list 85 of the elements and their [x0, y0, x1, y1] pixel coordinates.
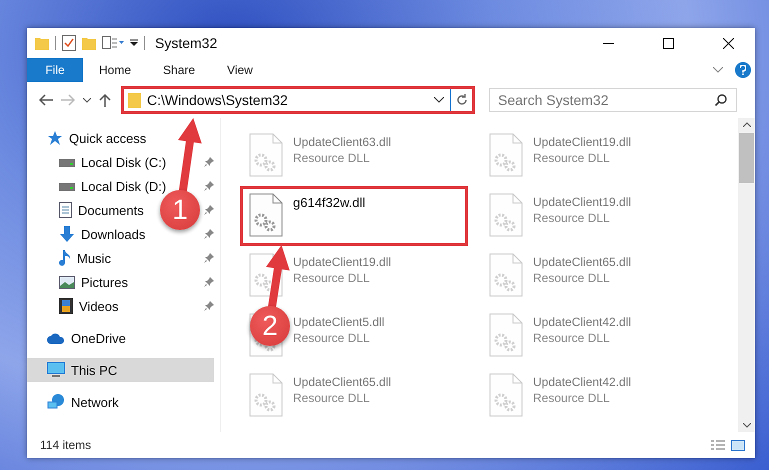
- nav-item[interactable]: Documents: [27, 198, 148, 222]
- ribbon-tab[interactable]: View: [211, 58, 269, 82]
- file-type: Resource DLL: [533, 331, 611, 345]
- file-name[interactable]: UpdateClient19.dll: [293, 255, 392, 269]
- file-type: Resource DLL: [533, 151, 611, 165]
- refresh-icon: [456, 94, 468, 106]
- file-name[interactable]: UpdateClient65.dll: [293, 375, 392, 389]
- nav-item[interactable]: Pictures: [27, 270, 132, 294]
- scroll-thumb[interactable]: [739, 133, 754, 183]
- up-button[interactable]: [97, 91, 113, 109]
- drive-icon: [59, 157, 75, 167]
- window-title: System32: [155, 35, 218, 51]
- close-icon[interactable]: [722, 38, 734, 48]
- details-view-icon[interactable]: [711, 440, 725, 450]
- nav-item[interactable]: OneDrive: [27, 326, 214, 350]
- pin-icon[interactable]: [204, 205, 214, 215]
- properties-icon[interactable]: [102, 36, 124, 50]
- item-count: 114 items: [40, 438, 92, 452]
- minimize-icon[interactable]: [602, 42, 614, 44]
- file-type: Resource DLL: [533, 211, 611, 225]
- file-name[interactable]: UpdateClient5.dll: [293, 315, 384, 329]
- network-icon: [47, 394, 65, 410]
- pin-icon[interactable]: [204, 181, 214, 191]
- pin-icon[interactable]: [204, 157, 214, 167]
- cloud-icon: [47, 332, 65, 344]
- ribbon-tab[interactable]: Share: [147, 58, 212, 82]
- address-bar[interactable]: C:\Windows\System32: [121, 86, 475, 114]
- search-field[interactable]: Search System32: [489, 88, 737, 112]
- nav-item[interactable]: This PC: [27, 358, 214, 382]
- pin-icon[interactable]: [204, 301, 214, 311]
- checklist-icon[interactable]: [62, 35, 76, 51]
- file-name[interactable]: UpdateClient65.dll: [533, 255, 632, 269]
- file-icon: [489, 373, 523, 417]
- file-icon: [489, 313, 523, 357]
- nav-item[interactable]: Network: [27, 390, 214, 414]
- file-name[interactable]: UpdateClient19.dll: [533, 135, 632, 149]
- tiles-view-icon[interactable]: [731, 440, 745, 450]
- nav-item[interactable]: Music: [27, 246, 115, 270]
- chevron-down-icon[interactable]: [434, 97, 444, 103]
- file-icon: [489, 253, 523, 297]
- recent-button[interactable]: [81, 96, 93, 104]
- file-type: Resource DLL: [533, 391, 611, 405]
- file-icon: [249, 373, 283, 417]
- file-name[interactable]: g614f32w.dll: [293, 195, 366, 210]
- file-type: Resource DLL: [533, 271, 611, 285]
- search-icon[interactable]: [715, 94, 727, 106]
- maximize-icon[interactable]: [662, 38, 674, 48]
- pictures-icon: [59, 276, 75, 288]
- star-icon: [47, 130, 63, 146]
- question-mark-icon: [740, 65, 746, 75]
- scrollbar[interactable]: [738, 118, 755, 432]
- ribbon-tab[interactable]: Home: [83, 58, 148, 82]
- file-type: Resource DLL: [293, 331, 371, 345]
- monitor-icon: [47, 362, 65, 378]
- scroll-down-icon[interactable]: [742, 423, 750, 428]
- file-icon: [489, 193, 523, 237]
- download-icon: [59, 226, 75, 242]
- help-button[interactable]: [735, 62, 751, 78]
- music-icon: [59, 250, 71, 266]
- file-type: Resource DLL: [293, 271, 371, 285]
- nav-item[interactable]: Downloads: [27, 222, 150, 246]
- back-button[interactable]: [37, 92, 55, 108]
- file-type: Resource DLL: [293, 151, 371, 165]
- pin-icon[interactable]: [204, 253, 214, 263]
- nav-item[interactable]: Local Disk (C:): [27, 150, 170, 174]
- file-name[interactable]: UpdateClient63.dll: [293, 135, 392, 149]
- file-type: Resource DLL: [293, 391, 371, 405]
- file-name[interactable]: UpdateClient42.dll: [533, 375, 632, 389]
- file-icon: [489, 133, 523, 177]
- film-icon: [59, 298, 73, 314]
- nav-item[interactable]: Videos: [27, 294, 123, 318]
- document-icon: [59, 202, 72, 218]
- folder-icon: [128, 92, 141, 108]
- pin-icon[interactable]: [204, 229, 214, 239]
- file-tab[interactable]: File: [27, 58, 83, 82]
- pin-icon[interactable]: [204, 277, 214, 287]
- drive-icon: [59, 181, 75, 191]
- file-icon: [249, 133, 283, 177]
- address-path: C:\Windows\System32: [147, 92, 289, 108]
- file-icon: [249, 193, 283, 237]
- nav-item[interactable]: Quick access: [27, 126, 214, 150]
- file-name[interactable]: UpdateClient42.dll: [533, 315, 632, 329]
- file-name[interactable]: UpdateClient19.dll: [533, 195, 632, 209]
- scroll-up-icon[interactable]: [742, 122, 750, 127]
- dropdown-icon[interactable]: [130, 39, 138, 47]
